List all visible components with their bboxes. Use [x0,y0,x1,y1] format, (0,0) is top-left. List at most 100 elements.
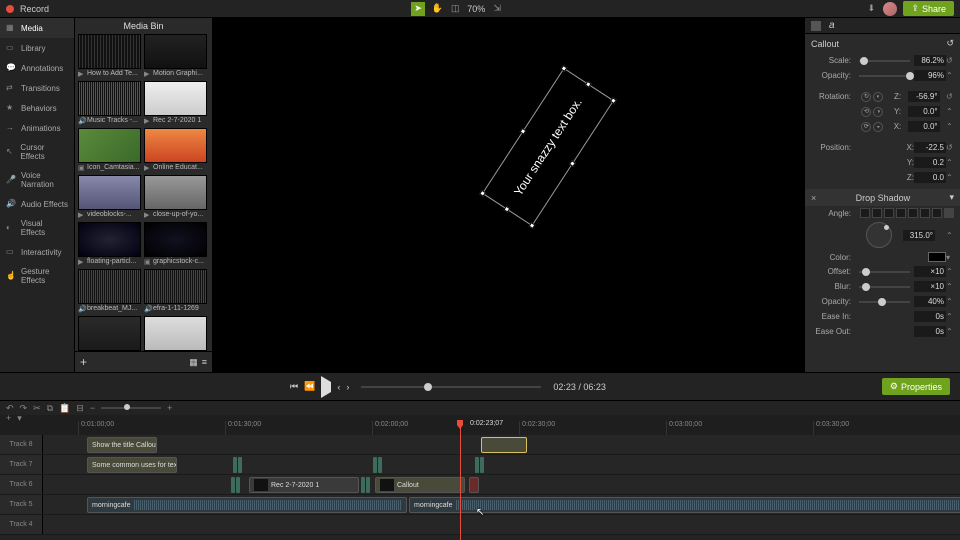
track-label[interactable]: Track 4 [0,515,43,534]
sidebar-item-gesture-effects[interactable]: ☝Gesture Effects [0,262,74,290]
track-lane[interactable]: Rec 2-7-2020 1Callout [43,475,960,494]
sidebar-item-transitions[interactable]: ⇄Transitions [0,78,74,98]
resize-handle[interactable] [561,65,568,72]
clip-marker[interactable] [475,457,484,473]
timeline-zoom-slider[interactable] [101,407,161,409]
reset-icon[interactable]: ↺ [946,143,954,152]
offset-slider[interactable] [859,271,910,273]
angle-value[interactable]: 315.0° [903,230,935,241]
zoom-percent[interactable]: 70% [467,4,485,14]
stepper-icon[interactable]: ⌃ [946,327,954,336]
media-thumbnail[interactable]: ▣graphicstock-c... [144,222,207,266]
track-lane[interactable]: Some common uses for text in videoCallou… [43,455,960,474]
collapse-icon[interactable]: ▾ [949,192,954,203]
sidebar-item-voice-narration[interactable]: 🎤Voice Narration [0,166,74,194]
step-back-icon[interactable]: ⏪ [304,381,315,392]
media-thumbnail[interactable]: ▣Icon_Camtasia... [78,128,141,172]
timeline-clip[interactable]: Rec 2-7-2020 1 [249,477,359,493]
resize-handle[interactable] [520,128,527,135]
playhead[interactable] [456,420,464,428]
sidebar-item-library[interactable]: ▭Library [0,38,74,58]
timeline-clip[interactable]: Show the title Callout [87,437,157,453]
timeline-clip[interactable] [481,437,527,453]
split-icon[interactable]: ⊟ [76,403,84,414]
angle-presets[interactable] [860,208,954,218]
timeline-ruler[interactable]: 0:02:23;07 0:01:00;000:01:30;000:02:00;0… [0,421,960,435]
zoom-out-icon[interactable]: − [90,403,95,413]
download-icon[interactable]: ⬇ [865,3,877,15]
media-thumbnail[interactable]: ▶Motion Graphi... [144,34,207,78]
sidebar-item-annotations[interactable]: 💬Annotations [0,58,74,78]
preview-canvas[interactable]: Your snazzy text box. [213,18,804,372]
ease-out-value[interactable]: 0s [914,326,946,337]
track-label[interactable]: Track 7 [0,455,43,474]
position-x-value[interactable]: -22.5 [914,142,946,153]
rotation-z-value[interactable]: -56.9° [908,91,940,102]
position-z-value[interactable]: 0.0 [914,172,946,183]
stepper-icon[interactable]: ⌃ [946,158,954,167]
track-lane[interactable]: Show the title Callout [43,435,960,454]
sidebar-item-audio-effects[interactable]: 🔊Audio Effects [0,194,74,214]
sidebar-item-visual-effects[interactable]: ◐Visual Effects [0,214,74,242]
angle-dial[interactable] [866,222,892,248]
sidebar-item-media[interactable]: ▦Media [0,18,74,38]
tab-visual-icon[interactable] [811,21,821,31]
resize-handle[interactable] [479,190,486,197]
blur-slider[interactable] [859,286,910,288]
timeline-clip[interactable]: morningcafe [409,497,960,513]
clip-marker[interactable] [233,457,242,473]
track-label[interactable]: Track 5 [0,495,43,514]
zoom-in-icon[interactable]: + [167,403,172,413]
dropdown-icon[interactable]: ▾ [946,253,954,262]
stepper-icon[interactable]: ⌃ [946,173,954,182]
prev-frame-icon[interactable]: ⏮ [290,381,298,392]
ease-in-value[interactable]: 0s [914,311,946,322]
properties-button[interactable]: ⚙ Properties [882,378,950,395]
pointer-icon[interactable]: ➤ [411,2,425,16]
play-button[interactable] [321,382,331,392]
media-thumbnail[interactable]: ▶Online Educat... [144,128,207,172]
rotate-orbit-icon[interactable]: ◐ [873,92,883,102]
rotate-cw-icon[interactable]: ↻ [861,92,871,102]
zoom-dropdown-icon[interactable]: ⇲ [491,3,503,15]
crop-icon[interactable]: ◫ [449,3,461,15]
track-lane[interactable]: morningcafemorningcafe [43,495,960,514]
timeline-clip[interactable]: Some common uses for text in videoCallou… [87,457,177,473]
tab-text-icon[interactable]: a [829,20,835,31]
stepper-icon[interactable]: ⌃ [946,122,954,131]
resize-handle[interactable] [529,222,536,229]
rotate-x2-icon[interactable]: ◒ [873,122,883,132]
stepper-icon[interactable]: ⌃ [946,267,954,276]
opacity-value[interactable]: 96% [914,70,946,81]
media-thumbnail[interactable]: 🔊breakbeat_MJ... [78,269,141,313]
stepper-icon[interactable]: ⌃ [946,282,954,291]
media-thumbnail[interactable]: ▶floating-particl... [78,222,141,266]
close-shadow-icon[interactable]: × [811,193,816,203]
rotation-x-value[interactable]: 0.0° [908,121,940,132]
resize-handle[interactable] [503,206,510,213]
sidebar-item-cursor-effects[interactable]: ↖Cursor Effects [0,138,74,166]
resize-handle[interactable] [569,160,576,167]
opacity-slider[interactable] [859,75,910,77]
rotate-y-icon[interactable]: ⟲ [861,107,871,117]
timeline-clip[interactable]: morningcafe [87,497,407,513]
blur-value[interactable]: ×10 [914,281,946,292]
add-media-button[interactable]: + [80,355,87,369]
stepper-icon[interactable]: ⌃ [946,297,954,306]
rotate-x-icon[interactable]: ⟳ [861,122,871,132]
record-button[interactable]: Record [20,4,49,14]
clip-marker[interactable] [373,457,382,473]
offset-value[interactable]: ×10 [914,266,946,277]
clip-marker[interactable] [361,477,370,493]
sidebar-item-interactivity[interactable]: ▭Interactivity [0,242,74,262]
sidebar-item-behaviors[interactable]: ★Behaviors [0,98,74,118]
callout-object[interactable]: Your snazzy text box. [482,68,614,226]
stepper-icon[interactable]: ⌃ [946,107,954,116]
user-avatar[interactable] [883,2,897,16]
stepper-icon[interactable]: ⌃ [946,312,954,321]
reset-button-icon[interactable]: ↺ [946,38,954,49]
resize-handle[interactable] [585,81,592,88]
rotation-y-value[interactable]: 0.0° [908,106,940,117]
grid-view-icon[interactable]: ▦ [189,357,198,368]
position-y-value[interactable]: 0.2 [914,157,946,168]
